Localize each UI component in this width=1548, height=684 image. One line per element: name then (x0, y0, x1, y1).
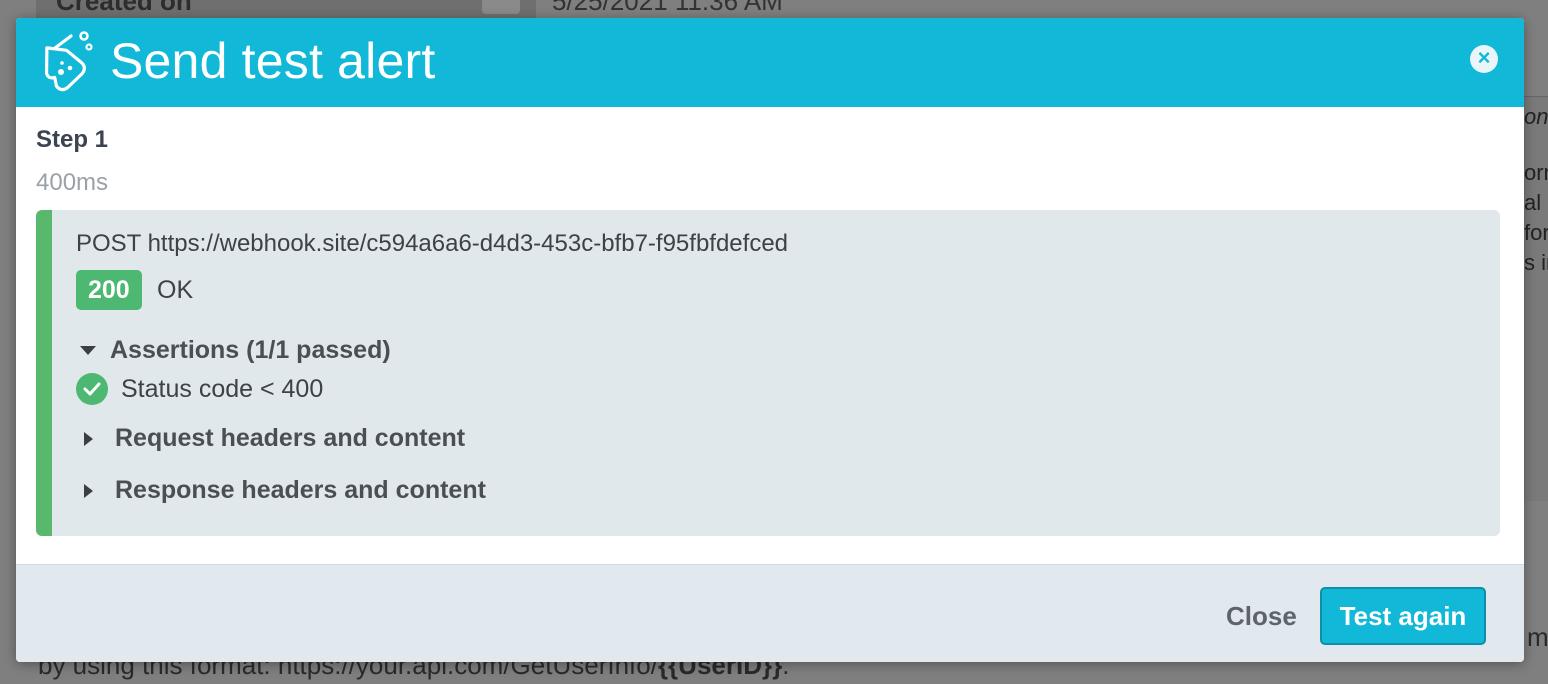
test-again-button[interactable]: Test again (1320, 587, 1486, 645)
background-created-label: Created on (56, 0, 192, 16)
modal-header: Send test alert × (16, 18, 1524, 107)
request-headers-label: Request headers and content (115, 424, 466, 452)
background-right-panel (1524, 96, 1548, 501)
response-headers-label: Response headers and content (115, 476, 486, 504)
status-code-badge: 200 (76, 270, 142, 310)
caret-right-icon (84, 483, 93, 498)
request-line: POST https://webhook.site/c594a6a6-d4d3-… (76, 230, 789, 257)
modal-title: Send test alert (110, 33, 436, 89)
close-icon[interactable]: × (1470, 45, 1498, 73)
background-fragment: for (1524, 220, 1548, 245)
background-fragment: me (1527, 622, 1548, 652)
background-created-value: 5/25/2021 11:36 AM (552, 0, 783, 16)
check-circle-icon (76, 373, 108, 405)
caret-down-icon (80, 346, 96, 355)
status-text: OK (157, 276, 194, 304)
step-title: Step 1 (36, 126, 109, 153)
assertions-label: Assertions (1/1 passed) (110, 336, 391, 364)
modal-footer: Close Test again (16, 564, 1524, 662)
background-fragment: on (1524, 104, 1548, 129)
flask-icon (44, 31, 93, 92)
success-accent-bar (36, 210, 52, 536)
assertions-toggle[interactable]: Assertions (1/1 passed) (80, 336, 391, 365)
caret-right-icon (84, 431, 93, 446)
background-menu-button (482, 0, 520, 14)
assertion-item: Status code < 400 (76, 373, 323, 405)
background-fragment: s in (1524, 250, 1548, 275)
assertion-label: Status code < 400 (121, 374, 324, 403)
send-test-alert-modal: Send test alert × Step 1 400ms POST http… (16, 18, 1524, 662)
step-duration: 400ms (36, 169, 109, 196)
step-result-panel: POST https://webhook.site/c594a6a6-d4d3-… (36, 210, 1500, 536)
close-button[interactable]: Close (1226, 601, 1297, 632)
request-headers-toggle[interactable]: Request headers and content (80, 424, 465, 453)
response-headers-toggle[interactable]: Response headers and content (80, 476, 486, 505)
background-fragment: orn (1524, 160, 1548, 185)
background-fragment: al (1524, 190, 1542, 215)
